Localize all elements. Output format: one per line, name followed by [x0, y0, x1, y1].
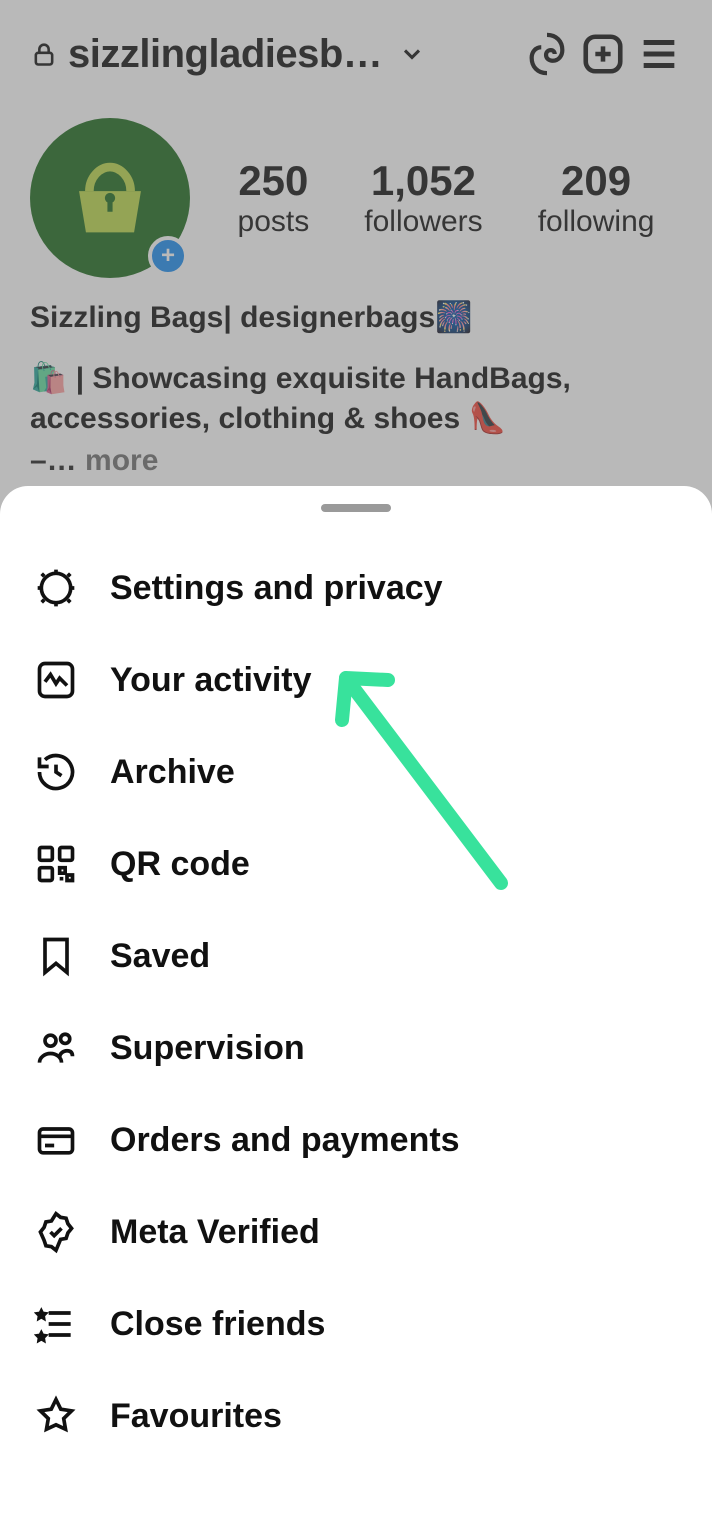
- activity-icon: [34, 658, 78, 702]
- menu-item-orders[interactable]: Orders and payments: [0, 1094, 712, 1186]
- menu-label: Settings and privacy: [110, 569, 443, 608]
- following-count: 209: [538, 157, 655, 205]
- archive-icon: [34, 750, 78, 794]
- menu-label: Archive: [110, 753, 235, 792]
- posts-count: 250: [238, 157, 310, 205]
- bio-dash: –…: [30, 444, 77, 477]
- supervision-icon: [34, 1026, 78, 1070]
- following-stat[interactable]: 209 following: [538, 157, 655, 239]
- menu-item-settings[interactable]: Settings and privacy: [0, 542, 712, 634]
- menu-item-archive[interactable]: Archive: [0, 726, 712, 818]
- menu-item-qr[interactable]: QR code: [0, 818, 712, 910]
- top-bar: sizzlingladiesb…: [30, 24, 682, 84]
- threads-icon[interactable]: [524, 31, 570, 77]
- menu-label: Close friends: [110, 1305, 325, 1344]
- card-icon: [34, 1118, 78, 1162]
- menu-item-activity[interactable]: Your activity: [0, 634, 712, 726]
- menu-label: Orders and payments: [110, 1121, 460, 1160]
- avatar-wrap[interactable]: +: [30, 118, 190, 278]
- bio-more[interactable]: –… more: [30, 444, 682, 478]
- posts-label: posts: [238, 205, 310, 239]
- menu-label: Favourites: [110, 1397, 282, 1436]
- close-friends-icon: [34, 1302, 78, 1346]
- verified-icon: [34, 1210, 78, 1254]
- hamburger-menu-icon[interactable]: [636, 31, 682, 77]
- sheet-grab-handle[interactable]: [321, 504, 391, 512]
- qr-icon: [34, 842, 78, 886]
- settings-icon: [34, 566, 78, 610]
- following-label: following: [538, 205, 655, 239]
- profile-screen: sizzlingladiesb… +: [0, 0, 712, 518]
- menu-label: Your activity: [110, 661, 312, 700]
- menu-label: Saved: [110, 937, 210, 976]
- menu-label: QR code: [110, 845, 250, 884]
- username[interactable]: sizzlingladiesb…: [68, 32, 382, 77]
- bio-title: Sizzling Bags| designerbags🎆: [30, 298, 682, 339]
- menu-item-favourites[interactable]: Favourites: [0, 1370, 712, 1462]
- bottom-sheet: Settings and privacy Your activity Archi…: [0, 486, 712, 1514]
- posts-stat[interactable]: 250 posts: [238, 157, 310, 239]
- add-story-badge[interactable]: +: [148, 236, 188, 276]
- create-post-button[interactable]: [580, 31, 626, 77]
- menu-label: Supervision: [110, 1029, 305, 1068]
- chevron-down-icon[interactable]: [398, 40, 426, 68]
- followers-stat[interactable]: 1,052 followers: [364, 157, 482, 239]
- menu-label: Meta Verified: [110, 1213, 320, 1252]
- menu-list: Settings and privacy Your activity Archi…: [0, 542, 712, 1462]
- bookmark-icon: [34, 934, 78, 978]
- menu-item-verified[interactable]: Meta Verified: [0, 1186, 712, 1278]
- more-label: more: [77, 444, 159, 477]
- menu-item-supervision[interactable]: Supervision: [0, 1002, 712, 1094]
- menu-item-saved[interactable]: Saved: [0, 910, 712, 1002]
- lock-icon: [30, 40, 58, 68]
- bio-description: 🛍️ | Showcasing exquisite HandBags, acce…: [30, 359, 682, 440]
- menu-item-close-friends[interactable]: Close friends: [0, 1278, 712, 1370]
- star-icon: [34, 1394, 78, 1438]
- followers-label: followers: [364, 205, 482, 239]
- plus-icon: +: [161, 242, 175, 270]
- followers-count: 1,052: [364, 157, 482, 205]
- profile-stats-row: + 250 posts 1,052 followers 209 followin…: [30, 118, 682, 278]
